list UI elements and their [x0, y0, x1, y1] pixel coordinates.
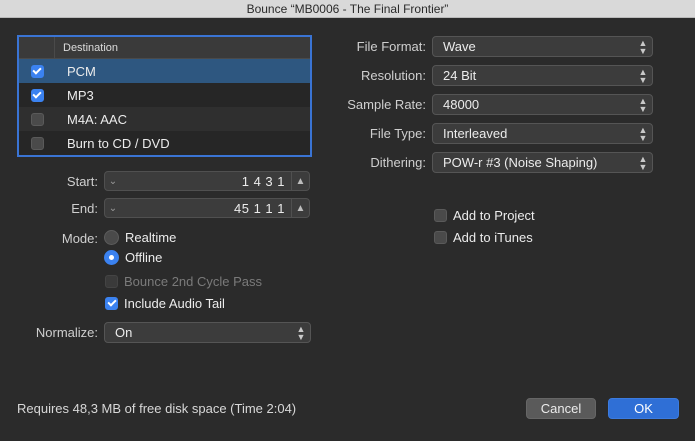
include-audio-tail-option[interactable]: Include Audio Tail — [105, 296, 225, 311]
stepper-up-icon[interactable]: ▲ — [291, 199, 309, 217]
offline-label[interactable]: Offline — [125, 250, 162, 265]
file-type-value[interactable]: Interleaved — [433, 126, 634, 141]
bounce-2nd-cycle-label: Bounce 2nd Cycle Pass — [124, 274, 263, 289]
normalize-label: Normalize: — [35, 325, 98, 340]
dithering-popup[interactable]: POW-r #3 (Noise Shaping) ▲ ▼ — [432, 152, 653, 173]
add-to-project-label[interactable]: Add to Project — [453, 208, 535, 223]
end-label: End: — [71, 201, 98, 216]
mode-label: Mode: — [61, 231, 98, 246]
destination-item-mp3[interactable]: MP3 — [19, 83, 310, 107]
destination-header-label: Destination — [63, 42, 119, 54]
updown-chevron-icon: ▲ ▼ — [638, 66, 648, 85]
offline-radio[interactable] — [104, 250, 119, 265]
realtime-label[interactable]: Realtime — [125, 230, 176, 245]
include-audio-tail-checkbox[interactable] — [105, 297, 118, 310]
realtime-radio[interactable] — [104, 230, 119, 245]
resolution-value[interactable]: 24 Bit — [433, 68, 634, 83]
sample-rate-value[interactable]: 48000 — [433, 97, 634, 112]
end-field[interactable]: ⌄ 45 1 1 1 ▲ — [104, 198, 310, 218]
updown-chevron-icon: ▲ ▼ — [296, 323, 306, 342]
window-title: Bounce “MB0006 - The Final Frontier” — [0, 0, 695, 18]
destination-item-label: Burn to CD / DVD — [67, 135, 170, 151]
file-type-popup[interactable]: Interleaved ▲ ▼ — [432, 123, 653, 144]
burn-cd-checkbox[interactable] — [30, 136, 44, 150]
stepper-up-icon[interactable]: ▲ — [291, 172, 309, 190]
file-type-label: File Type: — [369, 126, 426, 141]
add-to-project-checkbox[interactable] — [434, 209, 447, 222]
chevron-down-icon[interactable]: ⌄ — [105, 203, 121, 214]
m4a-checkbox[interactable] — [30, 112, 44, 126]
file-format-popup[interactable]: Wave ▲ ▼ — [432, 36, 653, 57]
mode-offline-option[interactable]: Offline — [104, 250, 162, 265]
file-format-label: File Format: — [356, 39, 426, 54]
ok-button[interactable]: OK — [608, 398, 679, 419]
sample-rate-label: Sample Rate: — [347, 97, 426, 112]
add-to-itunes-label[interactable]: Add to iTunes — [453, 230, 533, 245]
resolution-label: Resolution: — [360, 68, 426, 83]
file-format-value[interactable]: Wave — [433, 39, 634, 54]
normalize-value[interactable]: On — [105, 325, 292, 340]
checkbox-column-header — [19, 37, 55, 58]
start-field[interactable]: ⌄ 1 4 3 1 ▲ — [104, 171, 310, 191]
destination-item-burn-cd[interactable]: Burn to CD / DVD — [19, 131, 310, 155]
dithering-value[interactable]: POW-r #3 (Noise Shaping) — [433, 155, 634, 170]
add-to-itunes-checkbox[interactable] — [434, 231, 447, 244]
updown-chevron-icon: ▲ ▼ — [638, 95, 648, 114]
destination-item-pcm[interactable]: PCM — [19, 59, 310, 83]
updown-chevron-icon: ▲ ▼ — [638, 37, 648, 56]
destination-item-label: MP3 — [67, 87, 94, 103]
add-to-project-option[interactable]: Add to Project — [434, 208, 535, 223]
mp3-checkbox[interactable] — [30, 88, 44, 102]
dithering-label: Dithering: — [370, 155, 426, 170]
cancel-button[interactable]: Cancel — [526, 398, 596, 419]
pcm-checkbox[interactable] — [30, 64, 44, 78]
sample-rate-popup[interactable]: 48000 ▲ ▼ — [432, 94, 653, 115]
start-value[interactable]: 1 4 3 1 — [121, 174, 291, 189]
chevron-down-icon[interactable]: ⌄ — [105, 176, 121, 187]
updown-chevron-icon: ▲ ▼ — [638, 153, 648, 172]
updown-chevron-icon: ▲ ▼ — [638, 124, 648, 143]
bounce-2nd-cycle-option: Bounce 2nd Cycle Pass — [105, 274, 262, 289]
add-to-itunes-option[interactable]: Add to iTunes — [434, 230, 533, 245]
start-label: Start: — [66, 174, 98, 189]
destination-list[interactable]: Destination PCM MP3 M4A: AAC Burn to CD … — [17, 35, 312, 157]
resolution-popup[interactable]: 24 Bit ▲ ▼ — [432, 65, 653, 86]
destination-item-label: PCM — [67, 63, 96, 79]
destination-item-label: M4A: AAC — [67, 111, 127, 127]
mode-realtime-option[interactable]: Realtime — [104, 230, 176, 245]
include-audio-tail-label[interactable]: Include Audio Tail — [124, 296, 225, 311]
bounce-2nd-cycle-checkbox — [105, 275, 118, 288]
destination-item-m4a[interactable]: M4A: AAC — [19, 107, 310, 131]
disk-space-status: Requires 48,3 MB of free disk space (Tim… — [17, 401, 297, 416]
end-value[interactable]: 45 1 1 1 — [121, 201, 291, 216]
destination-header: Destination — [19, 37, 310, 59]
normalize-popup[interactable]: On ▲ ▼ — [104, 322, 311, 343]
